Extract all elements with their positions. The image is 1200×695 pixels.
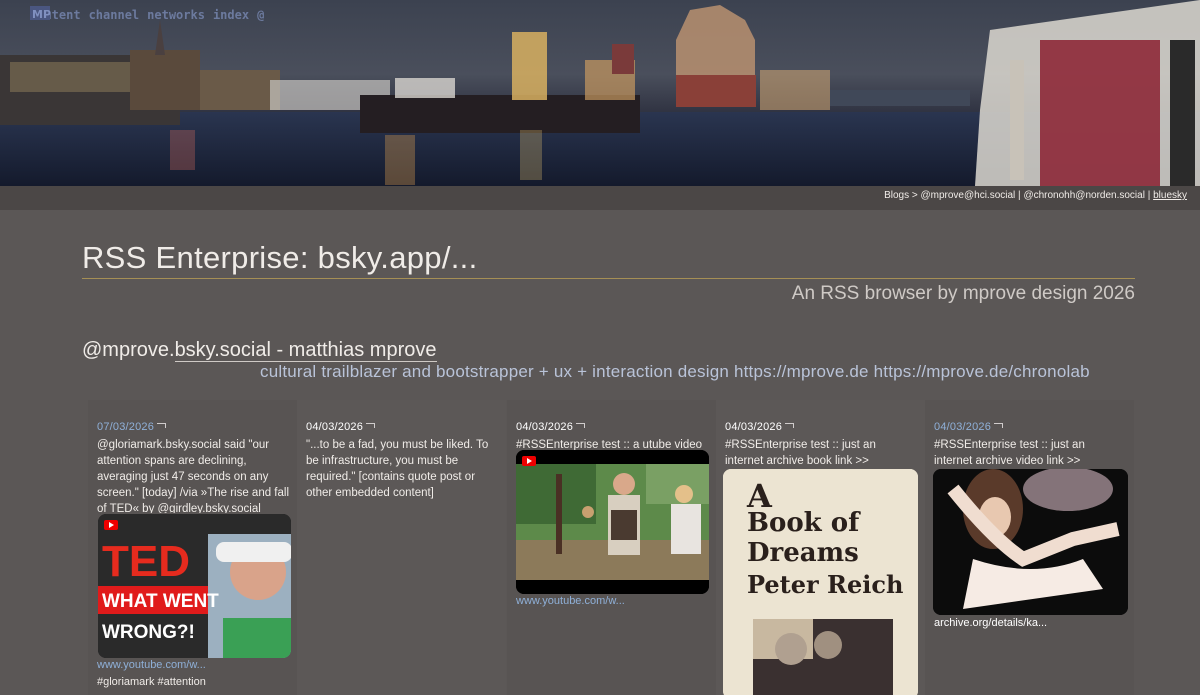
title-divider [82, 278, 1135, 279]
archive-video-thumbnail[interactable] [933, 469, 1128, 615]
svg-text:MP: MP [32, 8, 51, 21]
mprove-logo-icon[interactable]: MP [30, 4, 52, 22]
archive-link-text[interactable]: archive.org/details/ka... [934, 617, 1047, 629]
top-navigation: MP content channel networks index @ [30, 4, 264, 26]
post-text: #RSSEnterprise test :: just an internet … [934, 439, 1085, 467]
breadcrumb-norden-social[interactable]: @chronohh@norden.social [1023, 190, 1144, 201]
post-tags[interactable]: #gloriamark #attention [97, 676, 206, 688]
post-date-link[interactable]: 07/03/2026 [97, 421, 167, 433]
external-link-icon [366, 423, 376, 428]
post-text: @gloriamark.bsky.social said "our attent… [97, 439, 289, 513]
thumb-title-2: WHAT WENT [102, 591, 219, 612]
post-date[interactable]: 04/03/2026 [725, 421, 782, 433]
nav-at[interactable]: @ [257, 8, 264, 22]
youtube-icon [522, 456, 536, 466]
post-date-link[interactable]: 04/03/2026 [516, 421, 586, 433]
profile-handle: @mprove.bsky.social - matthias mprove [82, 339, 437, 362]
youtube-icon [104, 520, 118, 530]
post-text: #RSSEnterprise test :: just an internet … [725, 439, 876, 467]
harbor-photo [0, 0, 1200, 186]
video-link[interactable]: www.youtube.com/w... [97, 659, 206, 671]
book-cover-thumbnail[interactable]: A Book of Dreams Peter Reich [723, 469, 918, 695]
post-date-link[interactable]: 04/03/2026 [725, 421, 795, 433]
video-thumbnail[interactable]: TED WHAT WENT WRONG?! [98, 514, 291, 658]
post-date-link[interactable]: 04/03/2026 [934, 421, 1004, 433]
post-date[interactable]: 07/03/2026 [97, 421, 154, 433]
ted-thumbnail-image: TED WHAT WENT WRONG?! [98, 514, 291, 658]
post-card: 04/03/2026 "...to be a fad, you must be … [297, 400, 506, 695]
forest-scene-thumbnail-image [516, 450, 709, 594]
page-title: RSS Enterprise: bsky.app/... [82, 240, 478, 275]
post-card: 07/03/2026 @gloriamark.bsky.social said … [88, 400, 297, 695]
external-link-icon [157, 423, 167, 428]
book-cover-image: A Book of Dreams Peter Reich [723, 469, 918, 695]
breadcrumb-hci-social[interactable]: @mprove@hci.social [920, 190, 1015, 201]
profile-handle-prefix: @mprove. [82, 339, 175, 361]
book-title-line-3: Dreams [747, 538, 859, 568]
breadcrumb-bluesky[interactable]: bluesky [1153, 190, 1187, 201]
nav-index[interactable]: index [213, 8, 249, 22]
thumb-title-3: WRONG?! [102, 622, 195, 643]
breadcrumb-separator: > [911, 190, 918, 201]
page-subtitle: An RSS browser by mprove design 2026 [791, 283, 1135, 304]
post-date[interactable]: 04/03/2026 [934, 421, 991, 433]
thumb-title-1: TED [102, 537, 190, 586]
video-thumbnail[interactable] [516, 450, 709, 594]
external-link-icon [785, 423, 795, 428]
breadcrumb-bar: Blogs > @mprove@hci.social | @chronohh@n… [0, 186, 1200, 210]
post-card: 04/03/2026 #RSSEnterprise test :: just a… [716, 400, 925, 695]
profile-handle-link[interactable]: bsky.social - matthias mprove [174, 339, 437, 362]
post-date-link[interactable]: 04/03/2026 [306, 421, 376, 433]
nav-networks[interactable]: networks [147, 8, 205, 22]
profile-bio: cultural trailblazer and bootstrapper + … [260, 362, 1090, 381]
post-card: 04/03/2026 #RSSEnterprise test :: a utub… [507, 400, 716, 695]
post-date[interactable]: 04/03/2026 [306, 421, 363, 433]
breadcrumb-root[interactable]: Blogs [884, 190, 909, 201]
video-link-text[interactable]: www.youtube.com/w... [97, 659, 206, 671]
book-title-line-2: Book of [747, 508, 861, 538]
breadcrumb: Blogs > @mprove@hci.social | @chronohh@n… [884, 190, 1187, 201]
header-banner: MP content channel networks index @ [0, 0, 1200, 186]
video-link[interactable]: www.youtube.com/w... [516, 595, 625, 607]
breadcrumb-divider: | [1147, 190, 1151, 201]
book-title-line-4: Peter Reich [747, 570, 903, 599]
external-link-icon [576, 423, 586, 428]
archive-link[interactable]: archive.org/details/ka... [934, 617, 1055, 629]
dancer-thumbnail-image [933, 469, 1128, 615]
video-link-text[interactable]: www.youtube.com/w... [516, 595, 625, 607]
nav-channel[interactable]: channel [89, 8, 140, 22]
post-date[interactable]: 04/03/2026 [516, 421, 573, 433]
external-link-icon [994, 423, 1004, 428]
post-text: "...to be a fad, you must be liked. To b… [306, 439, 489, 499]
post-card: 04/03/2026 #RSSEnterprise test :: just a… [925, 400, 1134, 695]
breadcrumb-divider: | [1018, 190, 1021, 201]
